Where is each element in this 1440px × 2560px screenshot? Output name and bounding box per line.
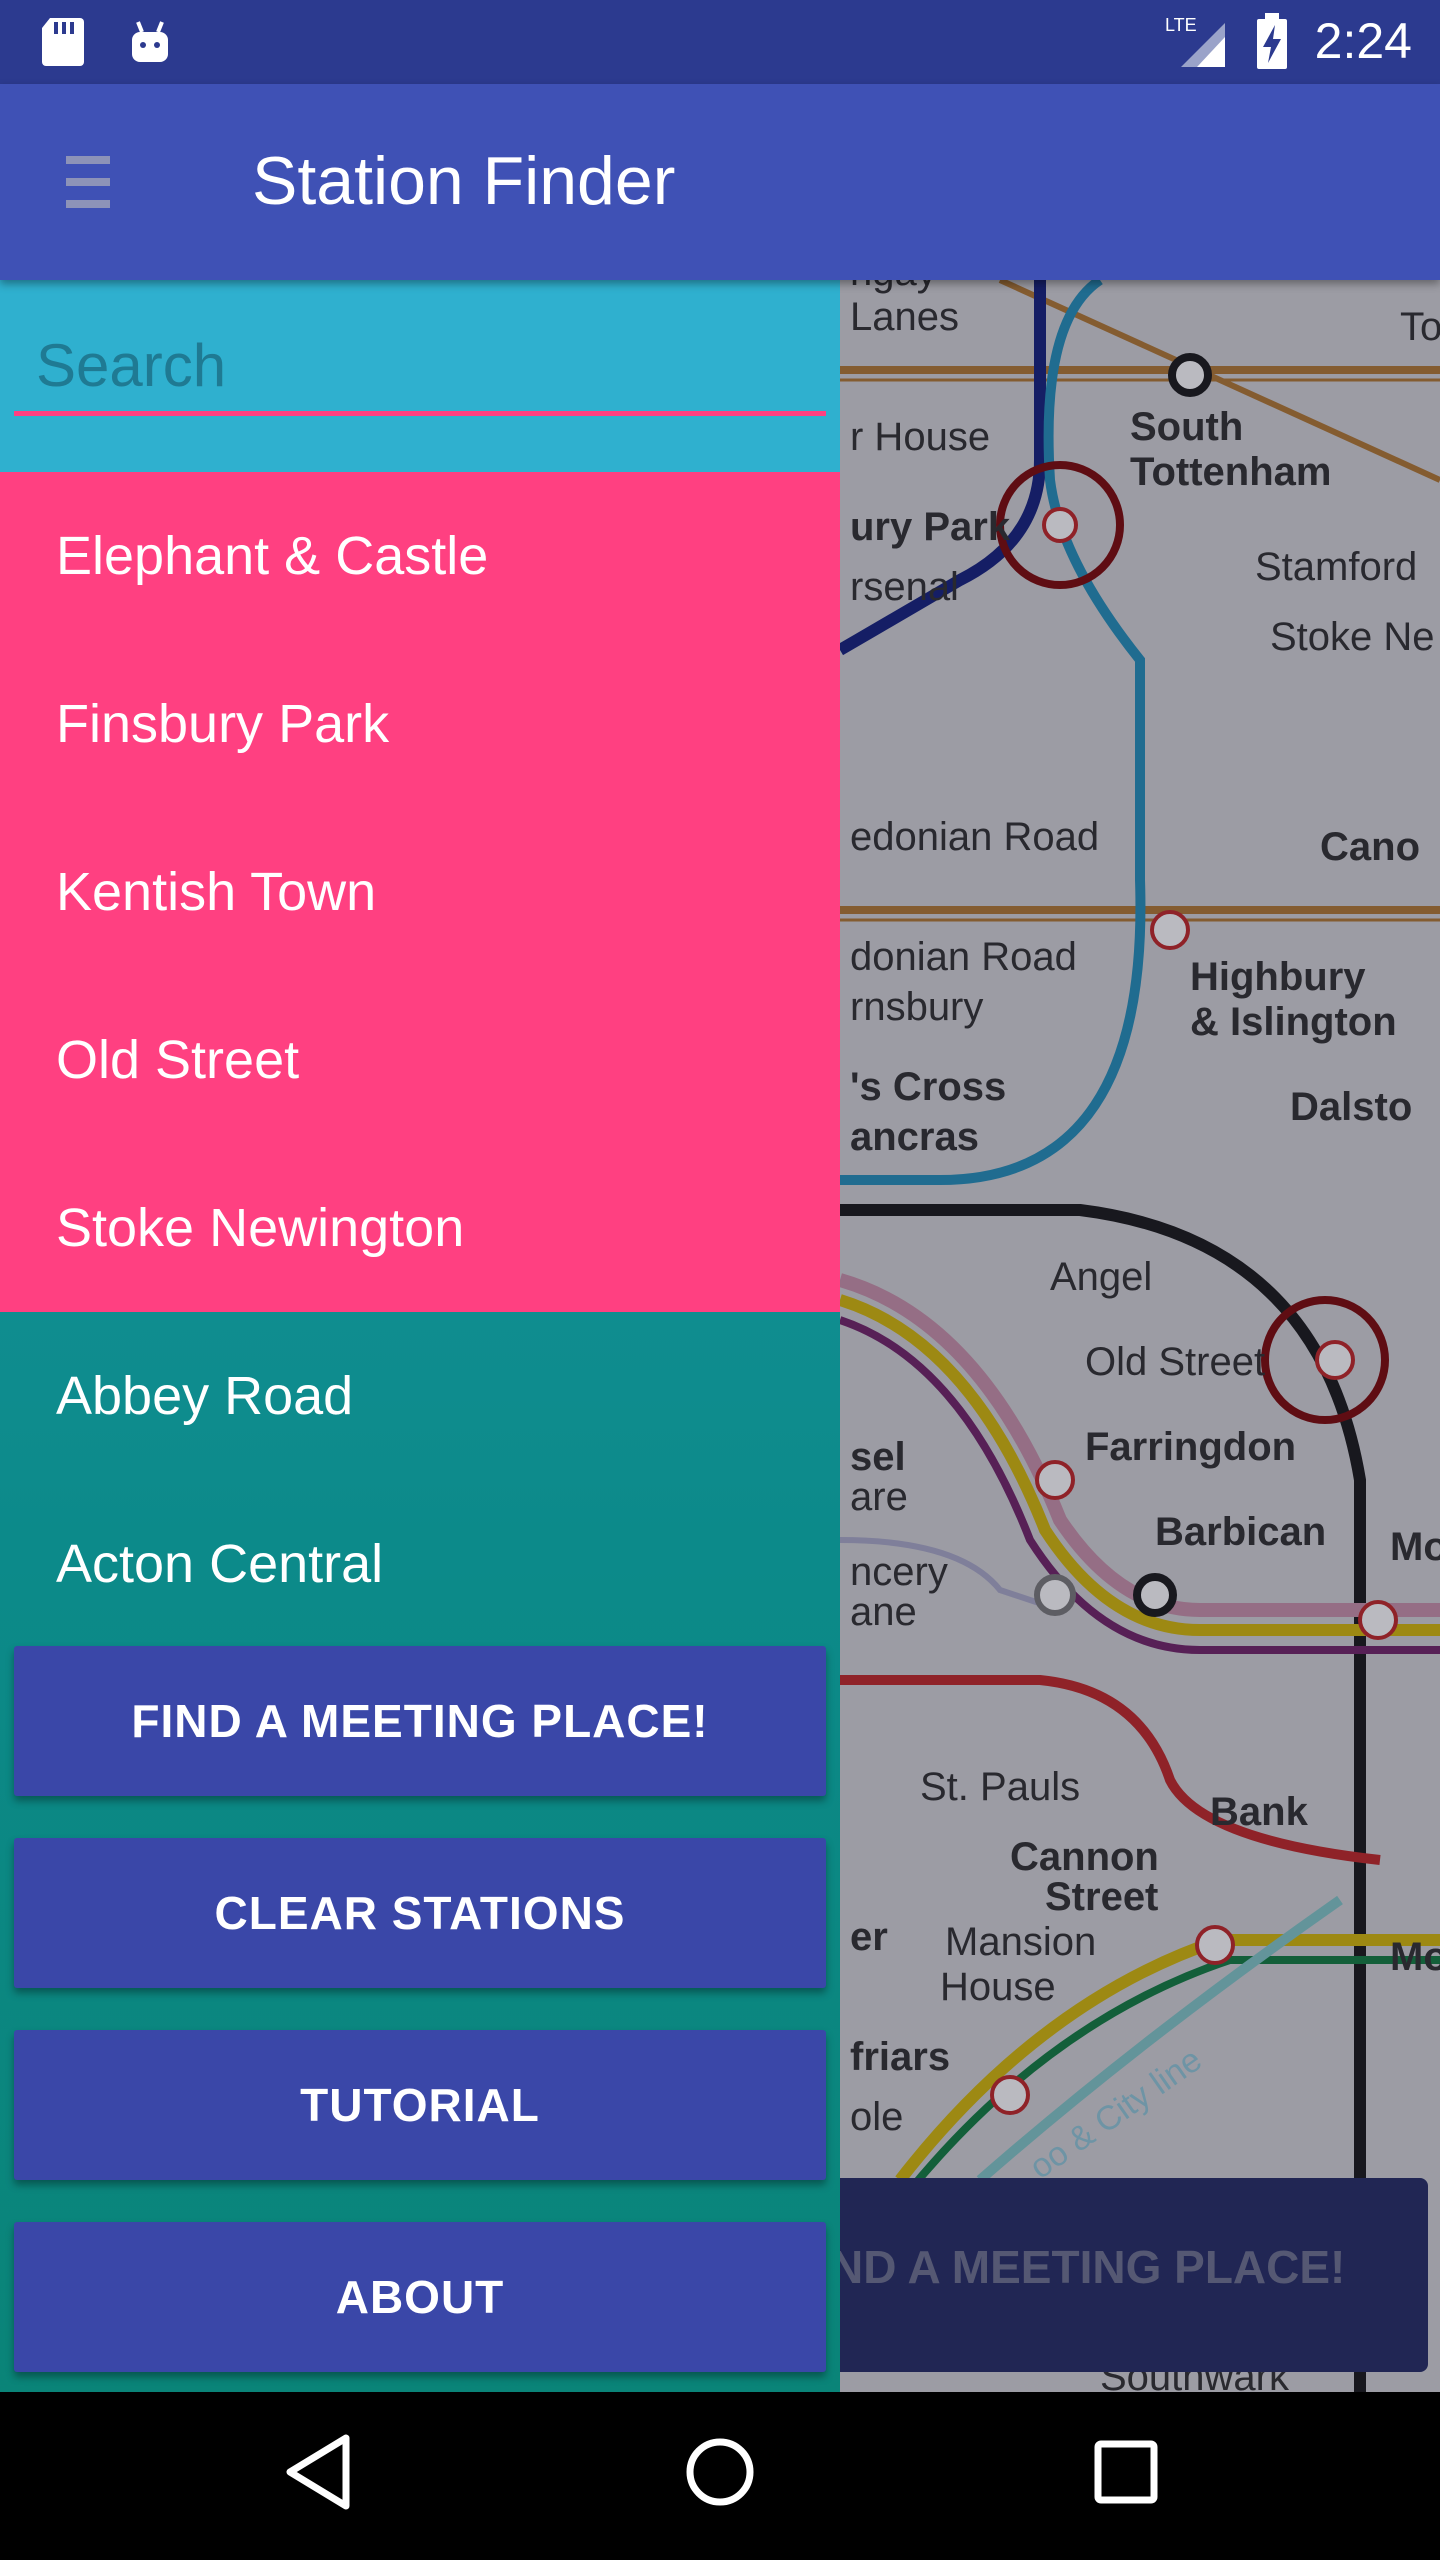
svg-text:LTE: LTE (1165, 15, 1197, 35)
app-toolbar: Station Finder (0, 84, 1440, 280)
station-item-kentish-town[interactable]: Kentish Town (0, 808, 840, 976)
hamburger-menu-icon[interactable] (66, 156, 110, 208)
search-container (0, 280, 840, 472)
status-bar: LTE 2:24 (0, 0, 1440, 84)
recents-icon[interactable] (1090, 2432, 1162, 2512)
find-meeting-place-button[interactable]: FIND A MEETING PLACE! (14, 1646, 826, 1796)
home-icon[interactable] (684, 2432, 756, 2512)
back-icon[interactable] (282, 2432, 354, 2512)
station-item-old-street[interactable]: Old Street (0, 976, 840, 1144)
sd-card-icon (42, 18, 84, 66)
station-item-abbey-road[interactable]: Abbey Road (0, 1312, 840, 1480)
about-button[interactable]: ABOUT (14, 2222, 826, 2372)
clear-stations-button[interactable]: CLEAR STATIONS (14, 1838, 826, 1988)
signal-icon: LTE (1165, 15, 1225, 67)
drawer-scrim[interactable] (840, 280, 1440, 2392)
navigation-drawer: Elephant & Castle Finsbury Park Kentish … (0, 280, 840, 2392)
station-item-finsbury-park[interactable]: Finsbury Park (0, 640, 840, 808)
system-nav-bar (0, 2392, 1440, 2560)
search-input[interactable] (14, 320, 826, 416)
station-item-stoke-newington[interactable]: Stoke Newington (0, 1144, 840, 1312)
clock: 2:24 (1314, 13, 1412, 69)
tutorial-button[interactable]: TUTORIAL (14, 2030, 826, 2180)
battery-charging-icon (1256, 13, 1287, 69)
station-list: Elephant & Castle Finsbury Park Kentish … (0, 472, 840, 1648)
page-title: Station Finder (252, 143, 676, 219)
android-icon (132, 21, 168, 62)
station-item-elephant-castle[interactable]: Elephant & Castle (0, 472, 840, 640)
station-item-acton-central[interactable]: Acton Central (0, 1480, 840, 1648)
